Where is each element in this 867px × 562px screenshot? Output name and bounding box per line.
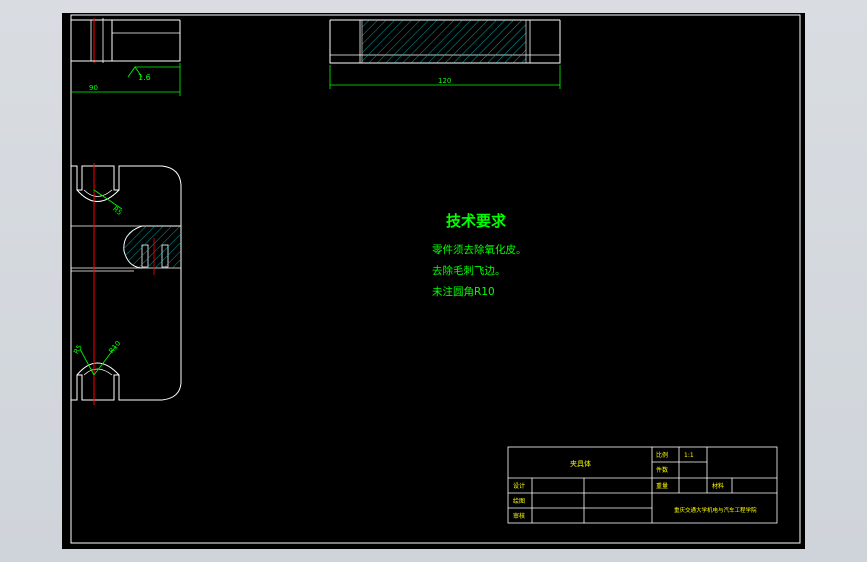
- radius-dim-r5: R5: [111, 205, 123, 217]
- tech-notes-title: 技术要求: [446, 212, 507, 230]
- side-view: R5 R5 R10: [71, 163, 182, 405]
- material-label: 重量: [656, 482, 668, 490]
- scale-value: 1:1: [684, 452, 694, 459]
- school-name: 重庆交通大学机电与汽车工程学院: [674, 506, 757, 514]
- section-hatch: [361, 19, 527, 64]
- sheet-label: 材料: [712, 482, 724, 490]
- draw-label: 绘图: [513, 497, 525, 505]
- drawing-canvas: 1.6 90 120 R5 R5 R10 技术要求 零件须去除氧化皮。 去除毛刺…: [70, 14, 801, 544]
- radius-dim-r10: R10: [107, 339, 122, 355]
- cad-viewport[interactable]: 1.6 90 120 R5 R5 R10 技术要求 零件须去除氧化皮。 去除毛刺…: [0, 0, 867, 562]
- tech-notes: 技术要求 零件须去除氧化皮。 去除毛刺飞边。 未注圆角R10: [432, 212, 527, 298]
- tech-note-3: 未注圆角R10: [432, 285, 495, 298]
- width-dim-90: 90: [89, 84, 98, 92]
- design-label: 设计: [513, 482, 525, 490]
- part-name: 夹具体: [570, 459, 591, 468]
- drawing-sheet[interactable]: 1.6 90 120 R5 R5 R10 技术要求 零件须去除氧化皮。 去除毛刺…: [62, 13, 805, 549]
- tech-note-2: 去除毛刺飞边。: [432, 264, 506, 277]
- tech-note-1: 零件须去除氧化皮。: [432, 243, 527, 256]
- roughness-label: 1.6: [138, 73, 151, 82]
- check-label: 审核: [513, 512, 525, 520]
- width-dim-120: 120: [438, 77, 451, 85]
- qty-label: 件数: [656, 466, 668, 474]
- title-block-text: 夹具体 比例 1:1 件数 重量 材料 设计 绘图 审核 重庆交通大学机电与汽车…: [513, 451, 757, 520]
- top-center-view: 120: [329, 19, 561, 89]
- scale-label: 比例: [656, 451, 668, 459]
- top-left-view: 1.6 90: [71, 18, 181, 96]
